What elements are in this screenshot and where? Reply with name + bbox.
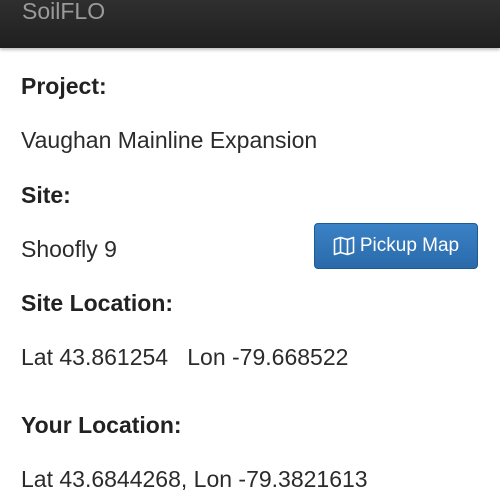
pickup-map-button[interactable]: Pickup Map bbox=[314, 223, 478, 269]
your-location-value: Lat 43.6844268, Lon -79.3821613 bbox=[21, 466, 368, 492]
your-location-label: Your Location: bbox=[21, 412, 182, 438]
site-location-value: Lat 43.861254 Lon -79.668522 bbox=[21, 344, 349, 370]
app-title: SoilFLO bbox=[22, 0, 106, 24]
pickup-map-button-label: Pickup Map bbox=[359, 235, 460, 256]
site-location-label: Site Location: bbox=[21, 290, 174, 316]
site-label: Site: bbox=[21, 182, 71, 208]
project-value: Vaughan Mainline Expansion bbox=[21, 127, 318, 153]
site-value: Shoofly 9 bbox=[21, 236, 117, 262]
project-label: Project: bbox=[21, 73, 107, 99]
map-icon bbox=[333, 236, 355, 256]
app-bar: SoilFLO bbox=[0, 0, 500, 48]
